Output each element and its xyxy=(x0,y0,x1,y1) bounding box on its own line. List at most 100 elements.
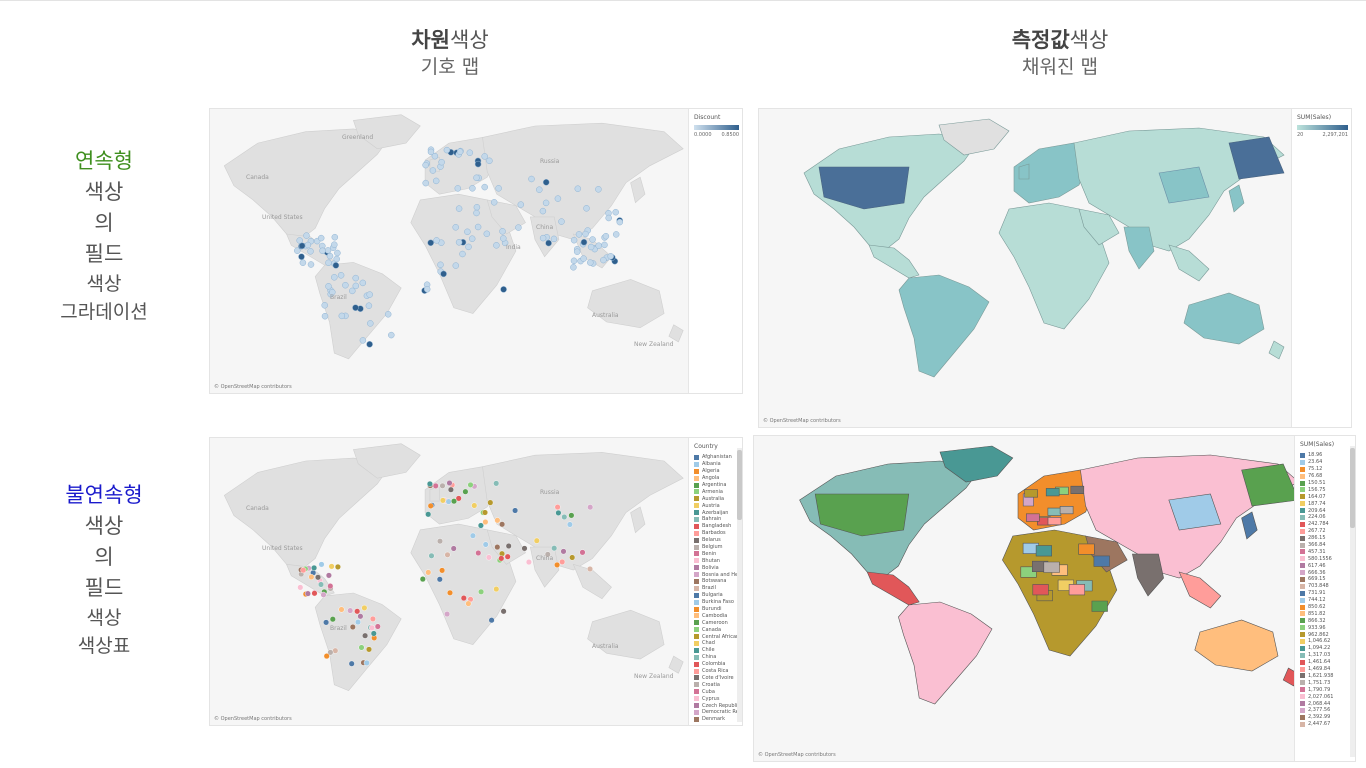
discount-symbol[interactable] xyxy=(583,205,590,212)
land-australia[interactable] xyxy=(587,609,665,660)
discount-symbol[interactable] xyxy=(490,199,498,206)
country-symbol[interactable] xyxy=(500,608,507,615)
discount-symbol[interactable] xyxy=(443,146,451,154)
country-africa-region[interactable] xyxy=(1068,584,1086,596)
country-symbol[interactable] xyxy=(347,607,354,614)
discount-symbol[interactable] xyxy=(367,320,374,327)
sales-palette-legend[interactable]: SUM(Sales) 18.96 23.64 75.12 76.68 150.51 156… xyxy=(1294,436,1355,761)
symbol-map-discrete-canvas[interactable]: Russia Canada United States Brazil China Aust… xyxy=(210,438,688,725)
country-symbol[interactable] xyxy=(361,604,368,611)
country-symbol[interactable] xyxy=(436,538,443,545)
sales-legend-scrollbar[interactable] xyxy=(1350,446,1355,757)
discount-symbol[interactable] xyxy=(432,177,440,185)
country-symbol[interactable] xyxy=(462,488,469,495)
discount-symbol[interactable] xyxy=(455,239,463,246)
discount-symbol[interactable] xyxy=(427,239,434,247)
country-legend-item[interactable]: Afghanistan xyxy=(694,454,742,461)
discount-symbol[interactable] xyxy=(550,235,558,243)
country-legend-item[interactable]: Cyprus xyxy=(694,695,742,702)
discount-symbol[interactable] xyxy=(321,312,329,320)
discount-symbol[interactable] xyxy=(589,236,596,243)
discount-symbol[interactable] xyxy=(481,153,488,160)
discount-symbol[interactable] xyxy=(612,208,619,216)
country-symbol[interactable] xyxy=(561,513,568,520)
discount-symbol[interactable] xyxy=(333,255,340,263)
country-symbol[interactable] xyxy=(482,541,489,548)
discount-symbol[interactable] xyxy=(587,243,595,251)
discount-symbol[interactable] xyxy=(600,256,607,264)
land-namerica[interactable] xyxy=(223,457,393,571)
discount-symbol[interactable] xyxy=(325,283,332,290)
land-samerica[interactable] xyxy=(314,592,402,691)
discount-symbol[interactable] xyxy=(422,179,429,187)
country-legend-item[interactable]: Bosnia and Herzego.. xyxy=(694,571,742,578)
country-symbol[interactable] xyxy=(450,545,457,552)
discount-symbol[interactable] xyxy=(334,249,341,257)
discount-symbol[interactable] xyxy=(331,233,339,241)
country-symbol[interactable] xyxy=(363,659,370,666)
discount-symbol[interactable] xyxy=(542,179,550,186)
discount-symbol[interactable] xyxy=(465,243,472,251)
country-symbol[interactable] xyxy=(460,595,467,602)
discount-symbol[interactable] xyxy=(440,270,447,278)
discount-symbol[interactable] xyxy=(539,207,547,215)
country-legend-item[interactable]: Croatia xyxy=(694,681,742,688)
discount-symbol[interactable] xyxy=(473,204,481,211)
country-legend-item[interactable]: Colombia xyxy=(694,661,742,668)
country-legend-item[interactable]: Bangladesh xyxy=(694,523,742,530)
discount-symbol[interactable] xyxy=(493,242,500,249)
discount-symbol[interactable] xyxy=(342,281,349,289)
sales-legend-item[interactable]: 457.31 xyxy=(1300,548,1355,555)
sales-legend-item[interactable]: 666.36 xyxy=(1300,569,1355,576)
country-region-camerica[interactable] xyxy=(866,571,920,606)
country-symbol[interactable] xyxy=(428,552,435,559)
country-symbol[interactable] xyxy=(499,521,506,528)
country-region-japan[interactable] xyxy=(1241,511,1258,540)
country-legend-item[interactable]: Angola xyxy=(694,475,742,482)
discount-symbol[interactable] xyxy=(500,235,507,242)
country-region-seasia[interactable] xyxy=(1168,244,1210,282)
country-symbol[interactable] xyxy=(357,613,364,620)
land-australia[interactable] xyxy=(587,279,665,329)
country-symbol[interactable] xyxy=(471,502,478,509)
country-legend-item[interactable]: Cambodia xyxy=(694,612,742,619)
sales-legend-item[interactable]: 1,317.03 xyxy=(1300,652,1355,659)
discount-symbol[interactable] xyxy=(528,175,535,183)
land-nz[interactable] xyxy=(668,655,684,674)
country-symbol[interactable] xyxy=(469,532,476,539)
discount-symbol[interactable] xyxy=(299,259,307,266)
sales-legend-item[interactable]: 851.82 xyxy=(1300,610,1355,617)
sales-legend-item[interactable]: 187.74 xyxy=(1300,500,1355,507)
country-symbol[interactable] xyxy=(475,549,482,556)
sales-legend-item[interactable]: 209.64 xyxy=(1300,507,1355,514)
sales-legend-item[interactable]: 242.784 xyxy=(1300,521,1355,528)
sales-legend-item[interactable]: 2,392.99 xyxy=(1300,714,1355,721)
discount-symbol[interactable] xyxy=(474,223,482,231)
country-symbol[interactable] xyxy=(478,588,485,595)
discount-symbol[interactable] xyxy=(536,186,543,193)
discount-symbol[interactable] xyxy=(602,232,610,240)
country-legend-item[interactable]: Belarus xyxy=(694,537,742,544)
sales-legend-item[interactable]: 1,046.62 xyxy=(1300,638,1355,645)
country-symbol[interactable] xyxy=(579,549,586,556)
discount-symbol[interactable] xyxy=(545,239,552,247)
sales-legend-item[interactable]: 731.91 xyxy=(1300,590,1355,597)
country-symbol[interactable] xyxy=(368,624,375,631)
country-symbol[interactable] xyxy=(446,589,453,596)
discount-symbol[interactable] xyxy=(499,228,506,235)
country-symbol[interactable] xyxy=(493,586,500,593)
country-africa-region[interactable] xyxy=(1078,543,1095,555)
discount-symbol[interactable] xyxy=(605,214,612,222)
land-india[interactable] xyxy=(529,546,560,588)
discount-symbol[interactable] xyxy=(481,183,488,191)
country-symbol[interactable] xyxy=(304,590,311,597)
sales-legend-item[interactable]: 703.848 xyxy=(1300,583,1355,590)
country-symbol[interactable] xyxy=(512,507,519,514)
discount-symbol[interactable] xyxy=(437,261,444,269)
discount-symbol[interactable] xyxy=(612,231,620,238)
sales-legend-item[interactable]: 669.15 xyxy=(1300,576,1355,583)
discount-symbol[interactable] xyxy=(455,205,463,212)
sales-legend-item[interactable]: 617.46 xyxy=(1300,562,1355,569)
sales-legend-item[interactable]: 1,790.79 xyxy=(1300,686,1355,693)
sales-legend-item[interactable]: 2,068.44 xyxy=(1300,700,1355,707)
